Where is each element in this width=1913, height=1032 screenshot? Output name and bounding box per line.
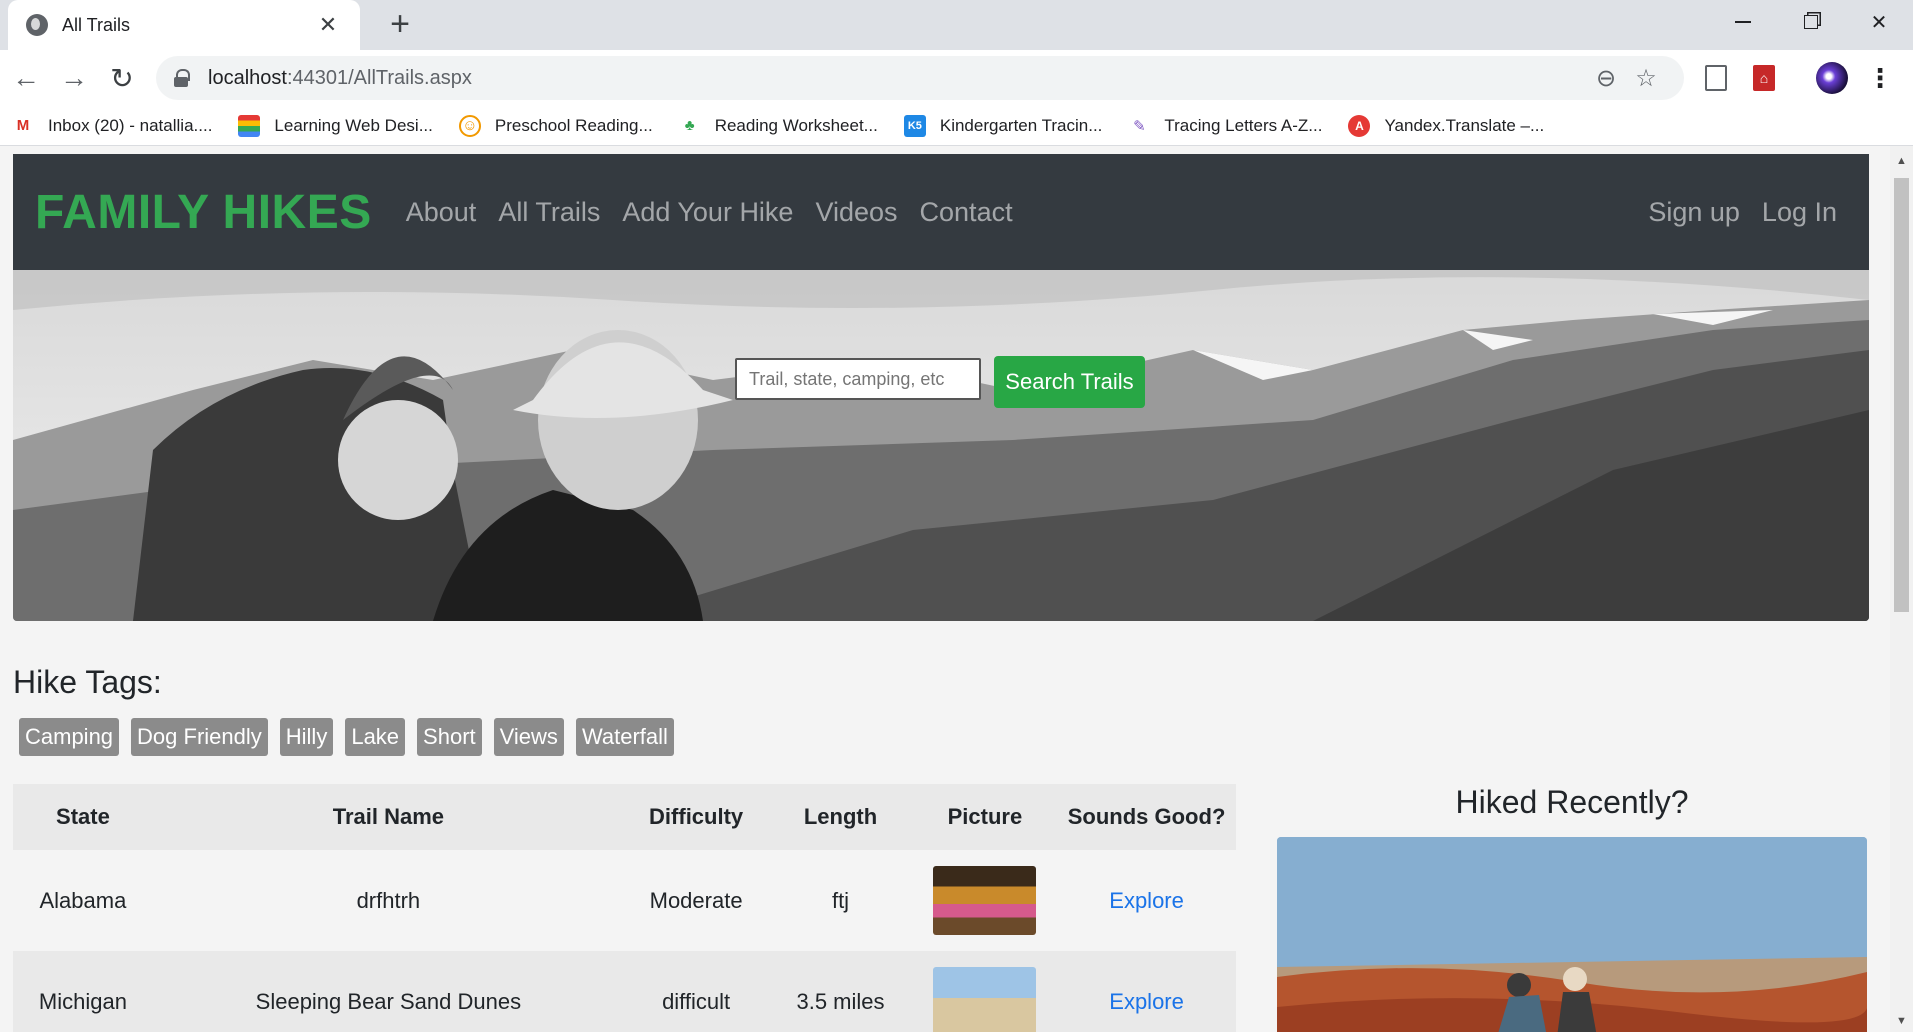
nav-contact[interactable]: Contact bbox=[920, 197, 1013, 228]
table-row: Alabama drfhtrh Moderate ftj Explore bbox=[13, 850, 1236, 951]
cell-picture bbox=[912, 951, 1058, 1032]
nav-sign-up[interactable]: Sign up bbox=[1648, 197, 1740, 228]
bookmark-kindergarten[interactable]: K5 Kindergarten Tracin... bbox=[903, 114, 1102, 137]
cell-length: ftj bbox=[831, 887, 850, 913]
menu-icon[interactable]: ⋮ bbox=[1864, 62, 1896, 94]
bookmark-preschool[interactable]: ☺ Preschool Reading... bbox=[458, 114, 653, 137]
bookmark-star-icon[interactable]: ☆ bbox=[1626, 58, 1666, 98]
page-viewport: FAMILY HIKES About All Trails Add Your H… bbox=[0, 146, 1890, 1032]
scroll-up-icon[interactable]: ▲ bbox=[1890, 150, 1913, 172]
trail-thumbnail bbox=[933, 866, 1037, 935]
site-brand[interactable]: FAMILY HIKES bbox=[35, 185, 372, 240]
table-row: Michigan Sleeping Bear Sand Dunes diffic… bbox=[13, 951, 1236, 1032]
bookmark-tracing-letters[interactable]: ✎ Tracing Letters A-Z... bbox=[1128, 115, 1322, 137]
column-header-picture: Picture bbox=[912, 784, 1058, 850]
lock-icon bbox=[174, 69, 190, 87]
cell-explore: Explore bbox=[1057, 850, 1236, 951]
reader-extension-icon[interactable] bbox=[1700, 62, 1732, 94]
browser-tab[interactable]: All Trails ✕ bbox=[8, 0, 360, 50]
nav-all-trails[interactable]: All Trails bbox=[498, 197, 600, 228]
explore-link[interactable]: Explore bbox=[1109, 989, 1184, 1014]
nav-add-your-hike[interactable]: Add Your Hike bbox=[622, 197, 793, 228]
browser-tab-bar: All Trails ✕ + ✕ bbox=[0, 0, 1913, 50]
nav-videos[interactable]: Videos bbox=[815, 197, 897, 228]
explore-link[interactable]: Explore bbox=[1109, 888, 1184, 913]
tag-views[interactable]: Views bbox=[493, 718, 564, 756]
browser-toolbar: ← → ↻ localhost:44301/AllTrails.aspx ⊖ ☆… bbox=[0, 50, 1913, 106]
window-controls: ✕ bbox=[1709, 0, 1913, 44]
forward-icon[interactable]: → bbox=[52, 56, 96, 100]
hike-tags-title: Hike Tags: bbox=[13, 664, 162, 700]
tag-short[interactable]: Short bbox=[417, 718, 482, 756]
close-tab-icon[interactable]: ✕ bbox=[314, 12, 342, 38]
bookmark-yandex-translate[interactable]: A Yandex.Translate –... bbox=[1348, 114, 1544, 137]
trail-thumbnail bbox=[933, 967, 1037, 1032]
search-trails-button[interactable]: Search Trails bbox=[994, 356, 1145, 408]
hero-banner: Search Trails bbox=[13, 270, 1869, 621]
cell-length: 3.5 miles bbox=[768, 951, 913, 1032]
scroll-thumb[interactable] bbox=[1894, 178, 1909, 612]
worksheet-icon: ♣ bbox=[684, 117, 695, 134]
column-header-state: State bbox=[13, 784, 153, 850]
tag-camping[interactable]: Camping bbox=[19, 718, 120, 756]
book-icon bbox=[238, 114, 261, 137]
column-header-length: Length bbox=[768, 784, 913, 850]
hiked-recently-photo bbox=[1277, 837, 1867, 1032]
reload-icon[interactable]: ↻ bbox=[100, 56, 144, 100]
lion-icon: ☺ bbox=[458, 114, 481, 137]
tab-title: All Trails bbox=[62, 14, 131, 35]
url-text[interactable]: localhost:44301/AllTrails.aspx bbox=[208, 67, 1586, 90]
nav-log-in[interactable]: Log In bbox=[1762, 197, 1837, 228]
cell-state: Michigan bbox=[13, 951, 153, 1032]
minimize-button[interactable] bbox=[1709, 0, 1777, 44]
close-window-button[interactable]: ✕ bbox=[1845, 0, 1913, 44]
gmail-icon: M bbox=[16, 117, 30, 134]
cell-difficulty: difficult bbox=[623, 951, 769, 1032]
bookmark-gmail[interactable]: M Inbox (20) - natallia.... bbox=[12, 115, 213, 137]
hero-mountain-image bbox=[13, 270, 1869, 621]
column-header-difficulty: Difficulty bbox=[623, 784, 769, 850]
hike-tags-list: Camping Dog Friendly Hilly Lake Short Vi… bbox=[19, 718, 686, 756]
bookmarks-bar: M Inbox (20) - natallia.... Learning Web… bbox=[0, 106, 1913, 146]
page-scrollbar[interactable]: ▲ ▼ bbox=[1890, 146, 1913, 1032]
column-header-trail-name: Trail Name bbox=[152, 784, 624, 850]
scroll-down-icon[interactable]: ▼ bbox=[1890, 1010, 1913, 1032]
cell-trail-name: drfhtrh bbox=[356, 887, 421, 913]
tag-waterfall[interactable]: Waterfall bbox=[575, 718, 674, 756]
cell-explore: Explore bbox=[1057, 951, 1236, 1032]
column-header-sounds-good: Sounds Good? bbox=[1057, 784, 1236, 850]
hiked-recently-title: Hiked Recently? bbox=[1455, 784, 1689, 820]
profile-avatar[interactable] bbox=[1816, 62, 1848, 94]
trails-table: State Trail Name Difficulty Length Pictu… bbox=[13, 784, 1236, 1032]
back-icon[interactable]: ← bbox=[4, 56, 48, 100]
k5-icon: K5 bbox=[903, 114, 926, 137]
tag-hilly[interactable]: Hilly bbox=[279, 718, 334, 756]
translate-icon: A bbox=[1348, 114, 1371, 137]
address-bar[interactable]: localhost:44301/AllTrails.aspx ⊖ ☆ bbox=[156, 56, 1684, 100]
tag-dog-friendly[interactable]: Dog Friendly bbox=[131, 718, 268, 756]
bookmark-reading-worksheet[interactable]: ♣ Reading Worksheet... bbox=[679, 115, 878, 137]
family-hike-image bbox=[1277, 837, 1867, 1032]
cell-difficulty: Moderate bbox=[649, 887, 743, 913]
globe-icon bbox=[26, 14, 48, 36]
site-navbar: FAMILY HIKES About All Trails Add Your H… bbox=[13, 154, 1869, 270]
bookmark-learning-web[interactable]: Learning Web Desi... bbox=[238, 114, 433, 137]
pencil-icon: ✎ bbox=[1133, 117, 1146, 135]
cell-picture bbox=[913, 850, 1057, 951]
new-tab-icon[interactable]: + bbox=[382, 6, 418, 42]
pdf-extension-icon[interactable]: ⌂ bbox=[1748, 62, 1780, 94]
restore-button[interactable] bbox=[1777, 0, 1845, 44]
cell-trail-name: Sleeping Bear Sand Dunes bbox=[152, 951, 624, 1032]
table-header-row: State Trail Name Difficulty Length Pictu… bbox=[13, 784, 1236, 850]
zoom-out-icon[interactable]: ⊖ bbox=[1586, 58, 1626, 98]
cell-state: Alabama bbox=[39, 887, 127, 913]
nav-about[interactable]: About bbox=[406, 197, 477, 228]
trail-search-input[interactable] bbox=[735, 358, 981, 400]
tag-lake[interactable]: Lake bbox=[345, 718, 406, 756]
